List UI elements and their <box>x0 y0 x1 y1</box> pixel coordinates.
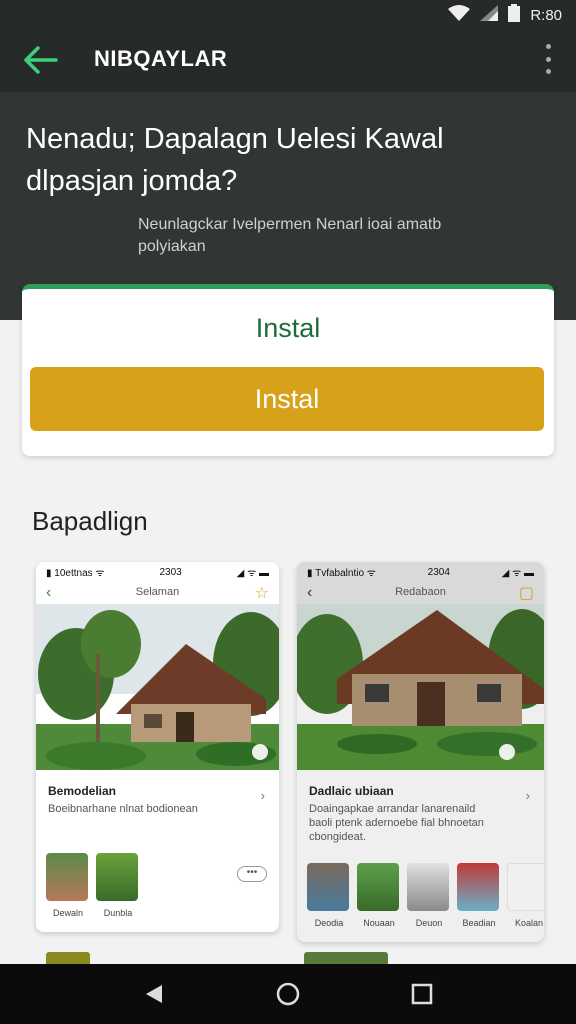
screenshot-heading: Dadlaic ubiaan <box>309 784 394 798</box>
mini-status-time: 2304 <box>427 566 450 578</box>
mini-status-bar: ▮ Tvfabalntio ᯤ 2304 ◢ ᯤ ▬ <box>297 562 544 582</box>
mini-status-right: ◢ ᯤ ▬ <box>236 568 269 579</box>
mini-status-bar: ▮ 10ettnas ᯤ 2303 ◢ ᯤ ▬ <box>36 562 279 582</box>
thumbnail[interactable]: Dunbla <box>96 853 140 918</box>
bookmark-icon: ▢ <box>518 585 534 602</box>
screenshot-description: Boeibnarhane nlnat bodionean <box>48 803 198 815</box>
thumbnail-caption: Beadian <box>462 918 496 928</box>
screenshot-info: Dadlaic ubiaan Doaingapkae arrandar lana… <box>297 770 544 844</box>
battery-icon <box>508 4 521 26</box>
section-title: Bapadlign <box>32 506 148 536</box>
back-arrow-icon[interactable] <box>22 44 60 76</box>
chevron-right-icon[interactable]: › <box>261 788 265 803</box>
mini-status-left: ▮ 10ettnas ᯤ <box>46 568 105 579</box>
thumbnail[interactable]: Dewaln <box>46 853 90 918</box>
thumbnail-caption: Dunbla <box>103 908 133 918</box>
thumbnail[interactable]: Deodia <box>307 863 351 928</box>
more-options-icon[interactable] <box>544 44 552 74</box>
thumbnail[interactable]: Koalan <box>507 863 544 928</box>
screenshot-info: Bemodelian Boeibnarhane nlnat bodionean … <box>36 770 279 816</box>
star-icon: ☆ <box>254 585 269 602</box>
screenshot-card[interactable]: ▮ Tvfabalntio ᯤ 2304 ◢ ᯤ ▬ ‹ Redabaon ▢ … <box>297 562 544 942</box>
install-button[interactable]: Instal <box>30 367 544 431</box>
mini-nav-bar: ‹ Redabaon ▢ <box>297 582 544 604</box>
house-photo <box>297 604 544 770</box>
thumbnail-caption: Koalan <box>514 918 544 928</box>
thumbnail[interactable]: Deuon <box>407 863 451 928</box>
app-bar: NIBQAYLAR <box>0 28 576 92</box>
app-title: NIBQAYLAR <box>94 46 228 71</box>
install-card: Instal Instal <box>22 284 554 456</box>
mini-nav-title: Redabaon <box>395 586 446 598</box>
system-nav-bar <box>0 964 576 1024</box>
thumbnail[interactable]: Beadian <box>457 863 501 928</box>
house-photo <box>36 604 279 770</box>
back-icon[interactable] <box>142 982 166 1006</box>
install-label: Instal <box>255 313 321 343</box>
mini-status-right: ◢ ᯤ ▬ <box>501 568 534 579</box>
thumbnail-caption: Nouaan <box>363 918 395 928</box>
thumbnail-caption: Deuon <box>415 918 443 928</box>
signal-icon <box>480 5 499 25</box>
screenshot-card[interactable]: ▮ 10ettnas ᯤ 2303 ◢ ᯤ ▬ ‹ Selaman ☆ Bemo… <box>36 562 279 932</box>
mini-nav-title: Selaman <box>135 586 180 598</box>
status-time: R:80 <box>530 6 562 24</box>
thumbnail-caption: Deodia <box>314 918 344 928</box>
recents-icon[interactable] <box>410 982 434 1006</box>
more-icon[interactable]: ••• <box>237 866 267 882</box>
hero-headline: Nenadu; Dapalagn Uelesi Kawal dlpasjan j… <box>26 123 444 197</box>
screenshot-heading: Bemodelian <box>48 784 117 798</box>
mini-status-time: 2303 <box>159 566 182 578</box>
chevron-right-icon[interactable]: › <box>526 788 530 803</box>
home-icon[interactable] <box>276 982 300 1006</box>
thumbnail-caption: Dewaln <box>52 908 83 918</box>
hero-subtitle: Neunlagckar Ivelpermen Nenarl ioai amatb… <box>138 216 442 255</box>
mini-status-left: ▮ Tvfabalntio ᯤ <box>307 568 376 579</box>
wifi-icon <box>448 5 471 25</box>
mini-nav-bar: ‹ Selaman ☆ <box>36 582 279 604</box>
status-bar: R:80 <box>0 0 576 28</box>
screenshot-description: Doaingapkae arrandar lanarenaild baoli p… <box>309 803 484 843</box>
thumbnail[interactable]: Nouaan <box>357 863 401 928</box>
